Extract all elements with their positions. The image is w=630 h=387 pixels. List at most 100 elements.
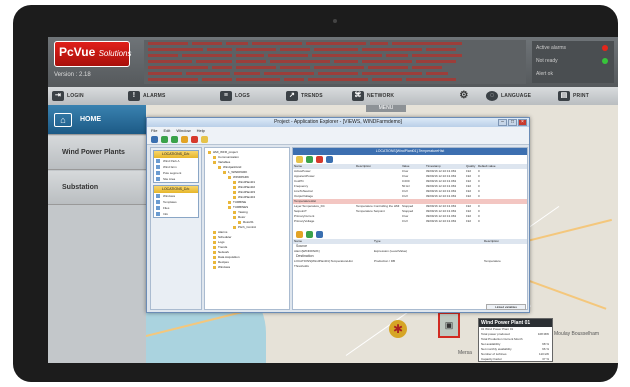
close-button[interactable]: × <box>518 119 527 126</box>
menu-network[interactable]: ⌘ NETWORK <box>352 90 394 102</box>
alarm-row <box>144 77 526 82</box>
alarm-entry <box>392 42 462 45</box>
alarm-entry <box>334 60 358 63</box>
table-row[interactable]: Alarm[WINDPARK] Expression (Level/Value) <box>293 249 527 254</box>
new-icon[interactable] <box>296 156 303 163</box>
refresh-icon[interactable] <box>181 135 188 143</box>
shortcut-item[interactable]: Info <box>154 211 198 217</box>
column-header[interactable]: Type <box>373 239 483 244</box>
alarm-banner[interactable] <box>144 40 526 84</box>
add-link-icon[interactable] <box>306 231 313 238</box>
window-title-bar[interactable]: Project - Application Explorer - [VIEWS,… <box>147 118 529 127</box>
table-row[interactable]: Thresholds <box>293 264 527 269</box>
minimize-button[interactable]: – <box>498 119 507 126</box>
status-line-2: Not ready <box>536 58 558 64</box>
links-header: Name Type Description <box>293 239 527 244</box>
alarm-entry <box>280 48 310 51</box>
alarm-row <box>144 53 526 58</box>
table-cell: Expression (Level/Value) <box>374 249 408 253</box>
alarm-entry <box>236 66 276 69</box>
alarm-entry <box>186 72 230 75</box>
header-bar: PcVue Solutions Version : 2.18 Active al… <box>48 37 618 87</box>
menu-help[interactable]: Help <box>197 127 205 134</box>
folder-icon[interactable] <box>201 135 208 143</box>
alarm-entry <box>148 78 198 81</box>
alarm-entry <box>264 72 314 75</box>
alarm-entry <box>306 42 366 45</box>
alarm-entry <box>226 42 248 45</box>
maximize-button[interactable]: □ <box>508 119 517 126</box>
shortcut-group: LOCATIONS_D/o Windows Templates Files Info <box>153 185 199 218</box>
alarm-entry <box>148 66 208 69</box>
menu-window[interactable]: Window <box>176 127 190 134</box>
status-button[interactable]: Linked variables <box>486 304 526 310</box>
plant-marker-selected[interactable]: ▣ <box>438 312 460 338</box>
window-menu-bar: File Edit Window Help <box>147 127 529 134</box>
delete-icon[interactable] <box>316 156 323 163</box>
menu-trends[interactable]: ↗ TRENDS <box>286 90 323 102</box>
alarm-entry <box>196 60 232 63</box>
logo-sub: Solutions <box>98 49 132 58</box>
menu-login[interactable]: ⇥ LOGIN <box>52 90 84 102</box>
nav-home[interactable]: ⌂ HOME <box>48 105 146 135</box>
path-bar: LOCATIONS[WindPlant01].TemperatureHist <box>293 148 527 155</box>
table-cell <box>483 264 527 269</box>
menu-language[interactable]: ◌ LANGUAGE <box>486 90 531 102</box>
stop-icon[interactable] <box>191 135 198 143</box>
status-led-red <box>602 45 608 51</box>
status-line-1: Active alarms <box>536 45 567 51</box>
nav-substation[interactable]: Substation <box>48 171 146 205</box>
column-header[interactable]: Description <box>483 239 527 244</box>
login-icon: ⇥ <box>52 91 64 101</box>
settings-button[interactable]: ⚙ <box>458 90 470 102</box>
properties-icon[interactable] <box>326 156 333 163</box>
back-icon[interactable] <box>161 135 168 143</box>
version-label: Version : 2.18 <box>54 72 91 78</box>
popup-row: Capacity Factor 37 % <box>479 357 552 362</box>
status-led-green <box>602 58 608 64</box>
table-row[interactable]: PrimaryVoltage 0 kV 09/09/16 12:10:13.063 1… <box>293 219 527 224</box>
alarm-icon: ! <box>128 91 140 101</box>
camera-dot <box>333 19 337 23</box>
variables-table: ActivePower 0 kw 09/09/16 12:10:13.063 192 0… <box>293 169 527 224</box>
menu-file[interactable]: File <box>151 127 157 134</box>
menu-alarms[interactable]: ! ALARMS <box>128 90 166 102</box>
shortcut-item[interactable]: Site Area <box>154 176 198 182</box>
nav-substation-label: Substation <box>62 184 99 191</box>
shortcut-group-header[interactable]: LOCATIONS_D/o <box>154 151 198 158</box>
status-line-3: Alert ok <box>536 71 553 77</box>
menu-print[interactable]: ▤ PRINT <box>558 90 589 102</box>
alarm-entry <box>426 48 456 51</box>
network-icon: ⌘ <box>352 91 364 101</box>
link-icon[interactable] <box>296 231 303 238</box>
alarm-entry <box>236 48 276 51</box>
alarm-entry <box>314 48 358 51</box>
nav-home-label: HOME <box>80 116 101 123</box>
menu-bar: ⇥ LOGIN ! ALARMS ≡ LOGS ↗ TRENDS ⌘ NETWO… <box>48 87 618 105</box>
alarm-entry <box>148 72 182 75</box>
tree-node[interactable]: Windows <box>205 265 289 270</box>
status-panel: Active alarms Not ready Alert ok <box>532 41 614 83</box>
alarm-entry <box>148 60 192 63</box>
application-explorer-window: Project - Application Explorer - [VIEWS,… <box>146 117 530 313</box>
alarm-row <box>144 65 526 70</box>
nav-wind-power-plants[interactable]: Wind Power Plants <box>48 136 146 170</box>
menu-network-label: NETWORK <box>367 93 395 99</box>
add-icon[interactable] <box>306 156 313 163</box>
menu-edit[interactable]: Edit <box>163 127 170 134</box>
map-menu-tab[interactable]: MENU <box>366 105 406 112</box>
forward-icon[interactable] <box>171 135 178 143</box>
menu-trends-label: TRENDS <box>301 93 323 99</box>
table-cell: 0 kV <box>402 219 409 223</box>
shortcut-group-header[interactable]: LOCATIONS_D/o <box>154 186 198 193</box>
alarm-entry <box>202 78 232 81</box>
menu-logs[interactable]: ≡ LOGS <box>220 90 250 102</box>
save-icon[interactable] <box>151 135 158 143</box>
wind-turbine-marker[interactable]: ✱ <box>389 320 407 338</box>
alarm-entry <box>182 54 232 57</box>
alarm-entry <box>312 54 382 57</box>
edit-link-icon[interactable] <box>316 231 323 238</box>
screen: PcVue Solutions Version : 2.18 Active al… <box>48 37 618 363</box>
explorer-tree[interactable]: HMI_WFR_project Communication Variables Win… <box>204 147 290 310</box>
alarm-entry <box>362 60 412 63</box>
